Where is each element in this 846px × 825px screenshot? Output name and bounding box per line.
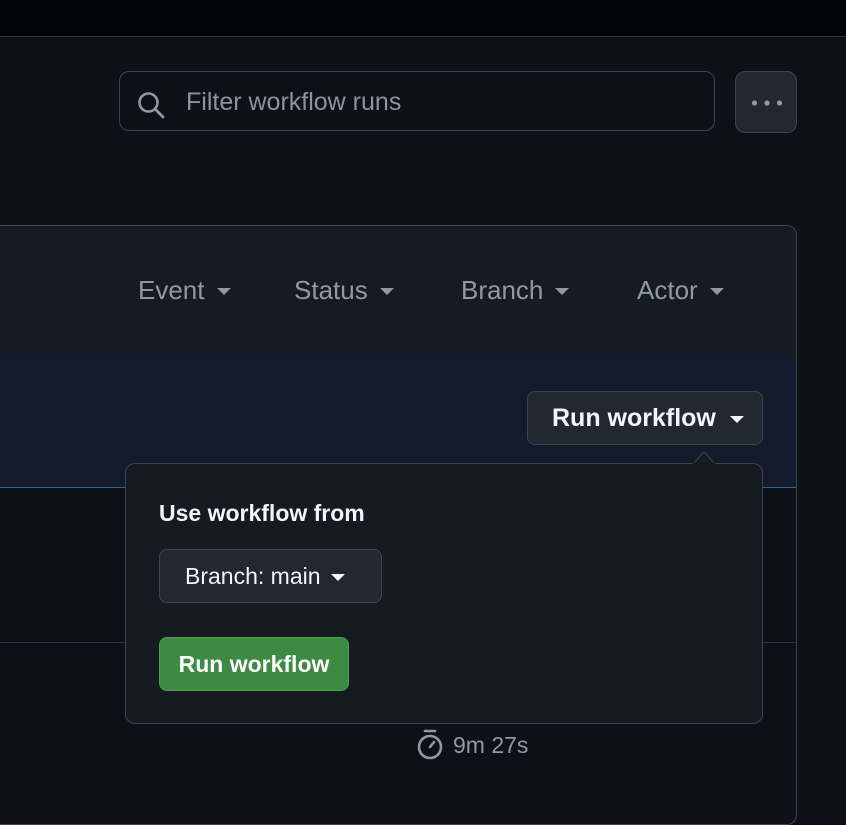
kebab-horizontal-icon <box>751 100 783 106</box>
actor-filter-label: Actor <box>637 275 698 305</box>
chevron-down-icon <box>729 415 744 423</box>
branch-filter[interactable]: Branch <box>461 275 570 306</box>
status-filter-label: Status <box>294 275 368 305</box>
chevron-down-icon <box>330 573 345 581</box>
run-workflow-dropdown-button[interactable]: Run workflow <box>527 391 763 445</box>
event-filter-label: Event <box>138 275 205 305</box>
branch-select-button[interactable]: Branch: main <box>159 549 382 603</box>
branch-select-label: Branch: main <box>185 562 321 589</box>
filter-workflow-runs-input[interactable]: Filter workflow runs <box>119 71 715 131</box>
chevron-down-icon <box>216 288 231 295</box>
chevron-down-icon <box>555 288 570 295</box>
run-duration: 9m 27s <box>415 728 528 762</box>
top-bar <box>0 0 846 37</box>
branch-filter-label: Branch <box>461 275 544 305</box>
search-placeholder: Filter workflow runs <box>186 88 402 116</box>
chevron-down-icon <box>709 288 724 295</box>
popover-title: Use workflow from <box>159 500 365 526</box>
more-options-button[interactable] <box>735 71 797 133</box>
stopwatch-icon <box>417 729 443 760</box>
actor-filter[interactable]: Actor <box>637 275 724 306</box>
run-duration-text: 9m 27s <box>453 731 529 758</box>
popover-arrow <box>693 451 715 471</box>
chevron-down-icon <box>379 288 394 295</box>
status-filter[interactable]: Status <box>294 275 394 306</box>
event-filter[interactable]: Event <box>138 275 231 306</box>
run-workflow-submit-button[interactable]: Run workflow <box>159 637 349 691</box>
run-workflow-dropdown-label: Run workflow <box>552 403 716 432</box>
search-icon <box>136 90 166 120</box>
